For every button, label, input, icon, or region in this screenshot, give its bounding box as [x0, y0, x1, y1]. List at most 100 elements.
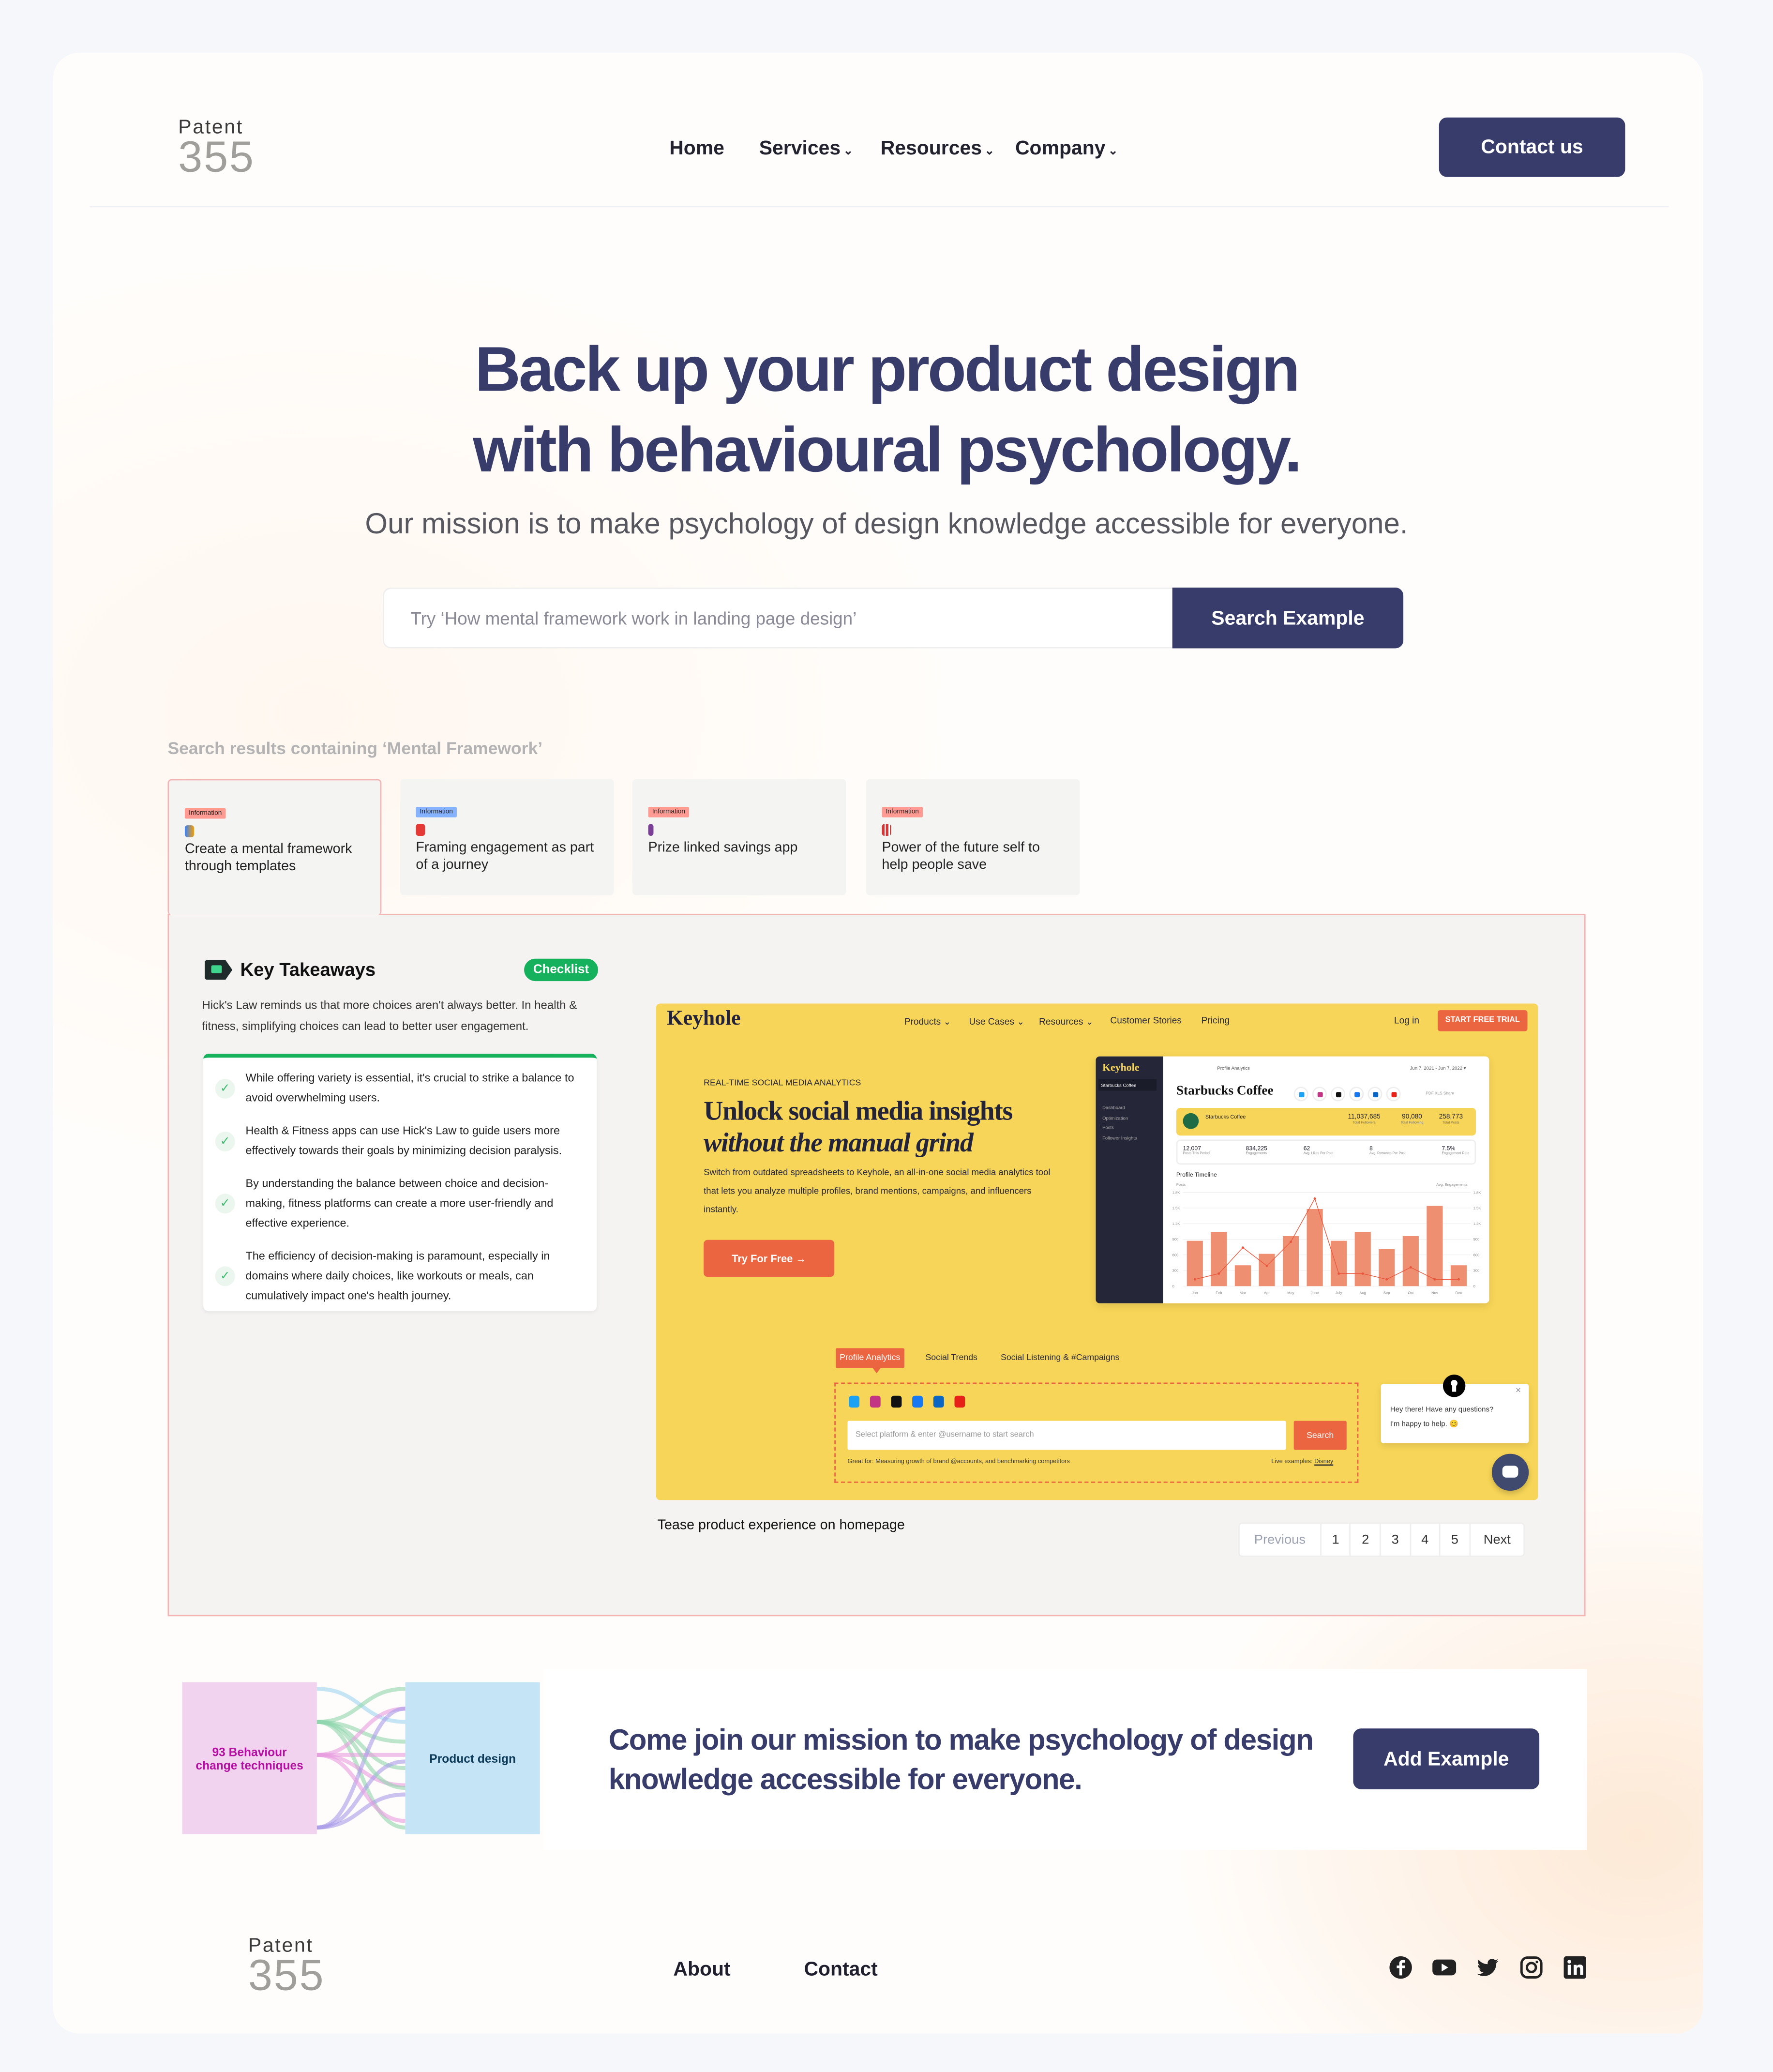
kh-kpi: 12,007 Posts This Period — [1183, 1145, 1209, 1159]
kh-live-link: Disney — [1314, 1457, 1334, 1465]
kh-tab-active: Profile Analytics — [835, 1348, 904, 1368]
example-caption: Tease product experience on homepage — [657, 1517, 905, 1533]
nav-company[interactable]: Company ⌄ — [1015, 137, 1118, 160]
kh-tab-pointer — [872, 1368, 881, 1374]
hero-title: Back up your product design with behaviou… — [0, 330, 1773, 491]
pagination-page[interactable]: 3 — [1381, 1524, 1411, 1556]
check-icon: ✓ — [215, 1131, 235, 1151]
kh-live-examples: Live examples: Disney — [1271, 1458, 1333, 1465]
kh-tick-label: 1.2K — [1172, 1222, 1180, 1226]
kh-kpis: 12,007 Posts This Period 834,225 Engagement… — [1176, 1139, 1476, 1165]
kh-bar — [1450, 1265, 1467, 1286]
kh-side-item: Starbucks Coffee — [1098, 1078, 1157, 1091]
kh-exports: PDF XLS Share — [1426, 1090, 1454, 1096]
kh-month-label: Oct — [1408, 1291, 1414, 1295]
chat-icon — [1491, 1453, 1529, 1491]
kh-stat: 90,080 Total Following — [1401, 1113, 1424, 1125]
pagination-previous[interactable]: Previous — [1240, 1524, 1322, 1556]
logo-number: 355 — [248, 1950, 325, 1999]
kh-stat-value: 11,037,685 — [1348, 1113, 1381, 1121]
kh-tick-label: 600 — [1473, 1253, 1480, 1257]
result-title: Framing engagement as part of a journey — [416, 840, 594, 872]
kh-month-label: Dec — [1456, 1291, 1462, 1295]
result-title: Prize linked savings app — [648, 840, 798, 856]
kh-kpi-value: 7.5% — [1442, 1145, 1456, 1152]
kh-kpi-value: 62 — [1303, 1145, 1310, 1152]
kh-month-label: Jan — [1192, 1291, 1198, 1295]
nav-home[interactable]: Home — [669, 137, 724, 160]
kh-live-label: Live examples: — [1271, 1457, 1313, 1465]
result-card[interactable]: Information Prize linked savings app — [632, 779, 846, 895]
nav-label: Resources — [880, 137, 982, 160]
result-card-active[interactable]: Information Create a mental framework th… — [167, 779, 382, 915]
category-badge: Information — [882, 806, 923, 817]
kh-search-button: Search — [1293, 1421, 1347, 1450]
kh-great-for: Great for: Measuring growth of brand @ac… — [847, 1457, 1070, 1465]
pagination-page[interactable]: 1 — [1322, 1524, 1352, 1556]
kh-timeline-chart: 1.8K 1.8K 1.5K 1.5K 1.2K 1.2K 900 900 600 600 300 3… — [1172, 1190, 1481, 1295]
youtube-icon[interactable] — [1432, 1955, 1457, 1979]
pagination-next[interactable]: Next — [1470, 1524, 1524, 1555]
kh-search-box: Select platform & enter @username to sta… — [834, 1382, 1359, 1483]
footer-about-link[interactable]: About — [673, 1958, 730, 1981]
twitter-icon[interactable] — [1476, 1955, 1500, 1979]
kh-tick-label: 900 — [1172, 1237, 1179, 1241]
footer-logo[interactable]: Patent 355 — [248, 1936, 325, 1996]
kh-kpi-label: Avg. Retweets Per Post — [1369, 1151, 1406, 1156]
kh-brand: Starbucks Coffee — [1176, 1084, 1274, 1099]
sankey-source-node: 93 Behaviour change techniques — [182, 1682, 317, 1834]
kh-stat: 258,773 Total Posts — [1439, 1113, 1463, 1125]
kh-body: Switch from outdated spreadsheets to Key… — [704, 1168, 1051, 1215]
kh-headline-line: Unlock social media insights — [704, 1097, 1013, 1127]
kh-tick-label: 300 — [1172, 1269, 1179, 1273]
logo[interactable]: Patent 355 — [178, 118, 255, 178]
kh-date: Jun 7, 2021 - Jun 7, 2022 ▾ — [1410, 1065, 1466, 1071]
result-card[interactable]: Information Power of the future self to … — [866, 779, 1080, 895]
checklist-item: ✓ Health & Fitness apps can use Hick's La… — [215, 1121, 581, 1161]
kh-stat: 11,037,685 Total Followers — [1348, 1113, 1381, 1125]
keyhole-logo: Keyhole — [666, 1007, 741, 1030]
search-example-button[interactable]: Search Example — [1172, 588, 1404, 649]
linkedin-icon — [1367, 1087, 1382, 1102]
linkedin-icon[interactable] — [1563, 1955, 1587, 1979]
takeaways-intro: Hick's Law reminds us that more choices … — [202, 998, 577, 1033]
check-icon: ✓ — [215, 1266, 235, 1286]
nav-label: Company — [1015, 137, 1106, 160]
facebook-icon[interactable] — [1389, 1955, 1412, 1979]
results-heading: Search results containing ‘Mental Framew… — [167, 738, 543, 758]
kh-bar — [1234, 1265, 1251, 1286]
pagination-page[interactable]: 2 — [1351, 1524, 1381, 1556]
kh-engagement-point — [1361, 1272, 1364, 1275]
chevron-down-icon: ⌄ — [843, 144, 854, 157]
kh-engagement-point — [1385, 1278, 1388, 1281]
kh-headline: Unlock social media insights without the … — [704, 1096, 1013, 1159]
cta-text: Come join our mission to make psychology… — [608, 1723, 1314, 1796]
kh-dash-logo: Keyhole — [1102, 1061, 1140, 1074]
pagination-page[interactable]: 4 — [1411, 1524, 1441, 1556]
kh-tick-label: 1.8K — [1172, 1190, 1180, 1195]
tiktok-icon — [891, 1395, 902, 1408]
sankey-link — [316, 1707, 406, 1757]
example-screenshot: Keyhole Products ⌄ Use Cases ⌄ Resources… — [656, 1003, 1538, 1500]
kh-bar — [1282, 1236, 1299, 1286]
nav-resources[interactable]: Resources ⌄ — [881, 137, 994, 160]
kh-tick-label: 300 — [1473, 1269, 1480, 1273]
result-card[interactable]: Information Framing engagement as part o… — [400, 779, 614, 895]
kh-stats-bar: Starbucks Coffee 11,037,685 Total Followe… — [1176, 1107, 1476, 1136]
kh-chat-line: Hey there! Have any questions? — [1390, 1406, 1494, 1414]
add-example-button[interactable]: Add Example — [1353, 1728, 1540, 1789]
kh-month-label: July — [1336, 1291, 1342, 1295]
pagination-page[interactable]: 5 — [1441, 1524, 1471, 1556]
takeaways-title: Key Takeaways — [240, 958, 376, 980]
kh-tick-label: 600 — [1172, 1253, 1179, 1257]
footer-contact-link[interactable]: Contact — [804, 1958, 877, 1981]
kh-side-menu: Dashboard Optimization Posts Follower Insig… — [1102, 1104, 1137, 1145]
facebook-icon — [1349, 1087, 1364, 1102]
instagram-icon[interactable] — [1519, 1955, 1543, 1979]
checklist-text: Health & Fitness apps can use Hick's Law… — [245, 1123, 562, 1157]
contact-button[interactable]: Contact us — [1439, 117, 1625, 177]
kh-kpi-label: Posts This Period — [1183, 1151, 1210, 1156]
kh-month-label: June — [1311, 1291, 1319, 1295]
nav-services[interactable]: Services ⌄ — [759, 137, 853, 160]
search-input[interactable]: Try ‘How mental framework work in landin… — [383, 588, 1172, 649]
